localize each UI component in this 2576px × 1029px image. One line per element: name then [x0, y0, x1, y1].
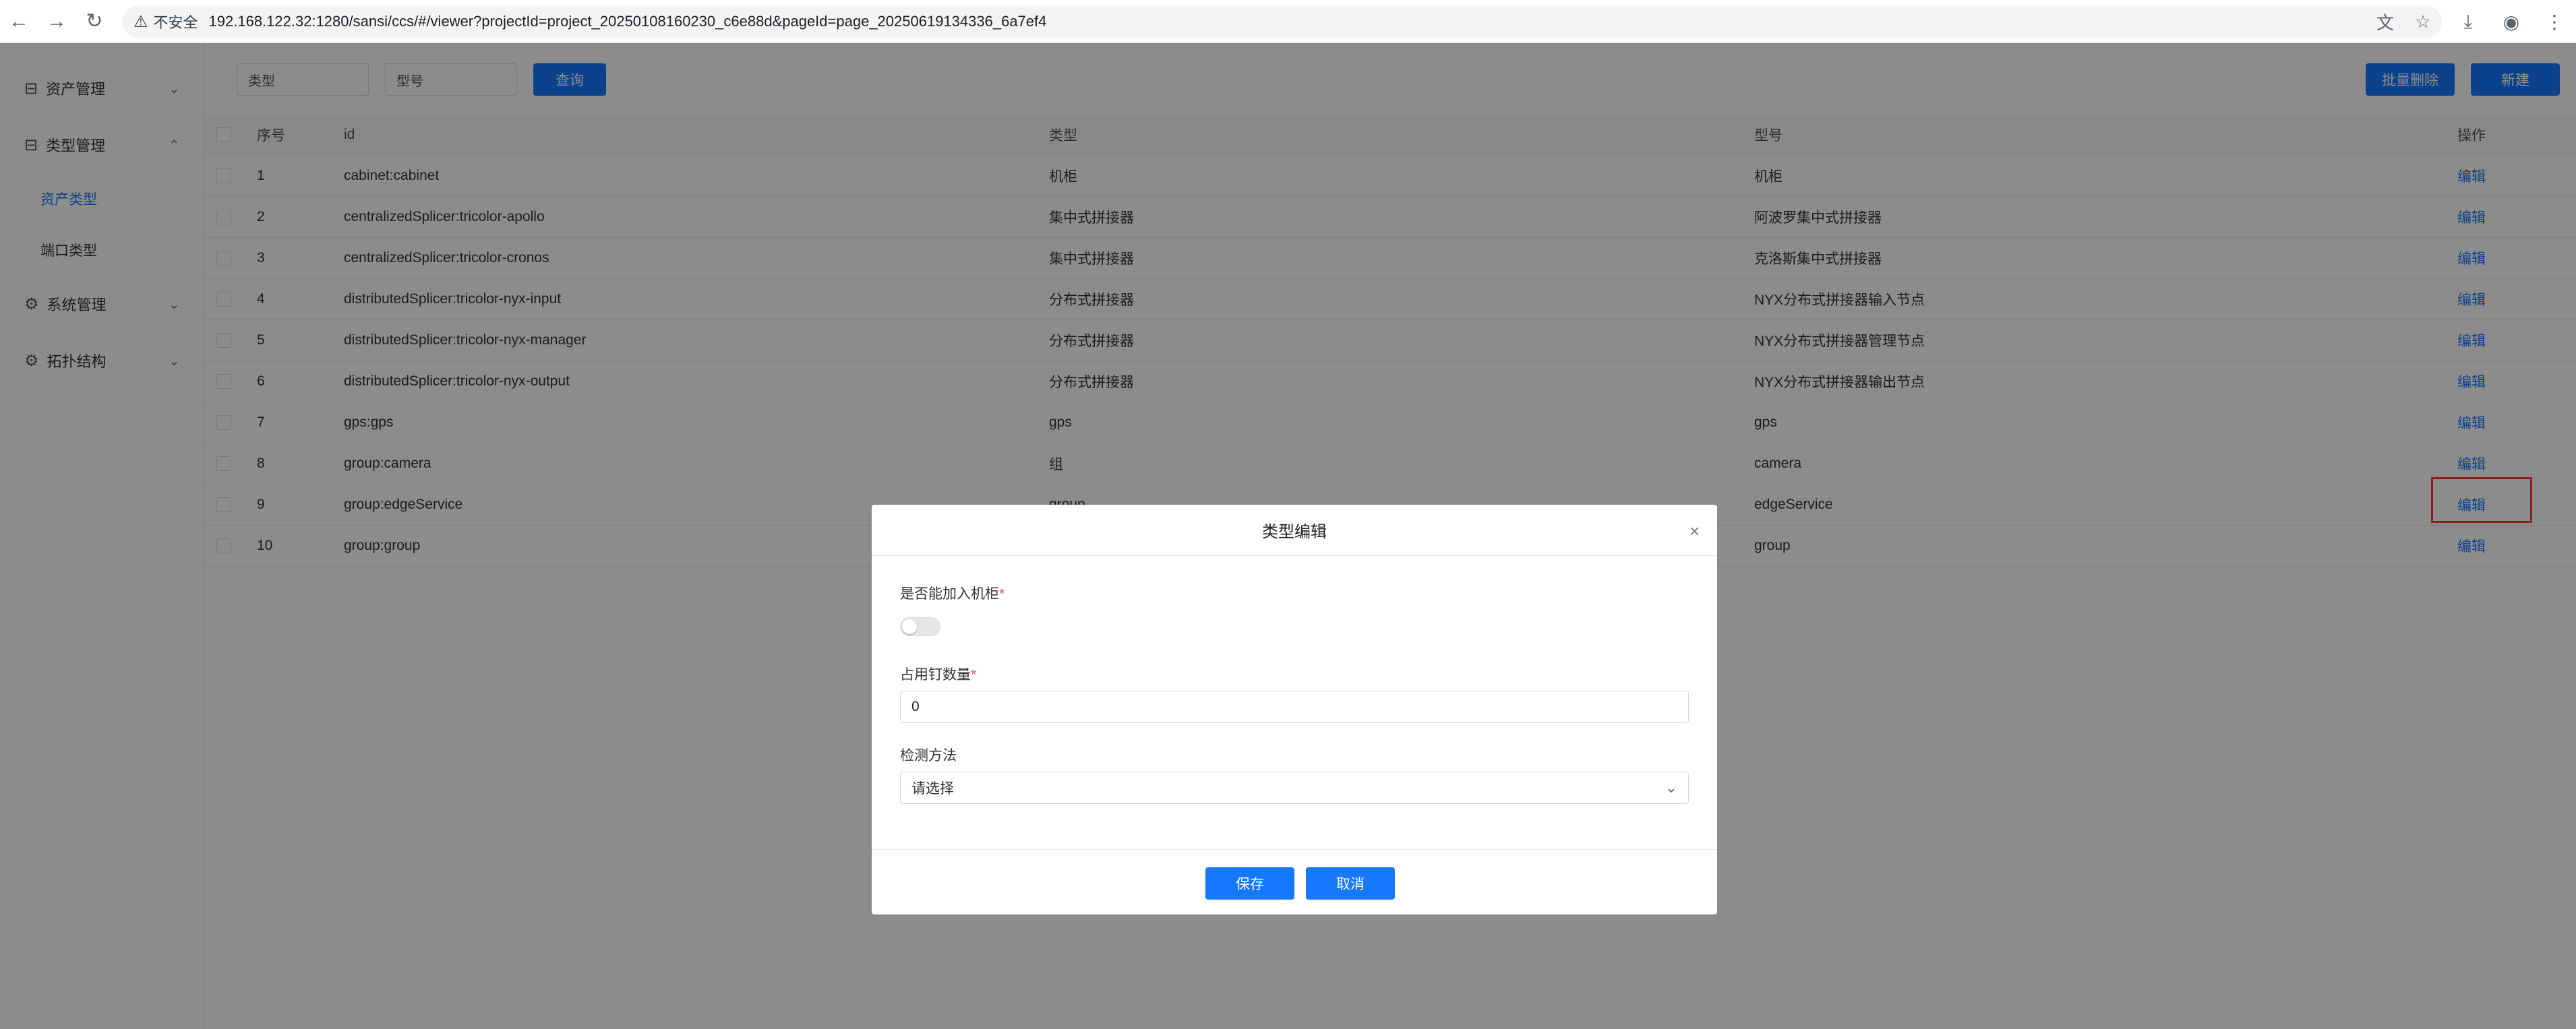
field-detect-method-label: 检测方法 — [900, 748, 957, 763]
field-pin-count-label: 占用钉数量* — [900, 664, 976, 684]
translate-icon[interactable]: 文 — [2366, 9, 2404, 34]
detect-method-select[interactable]: 请选择 ⌄ — [900, 772, 1689, 804]
select-placeholder: 请选择 — [911, 781, 954, 797]
forward-icon[interactable]: → — [38, 0, 76, 43]
back-icon[interactable]: ← — [0, 0, 38, 43]
profile-icon[interactable]: ◉ — [2490, 11, 2533, 33]
close-icon[interactable]: × — [1689, 521, 1700, 542]
modal-title: 类型编辑 — [1262, 523, 1327, 541]
cancel-button[interactable]: 取消 — [1306, 867, 1395, 900]
toggle-knob — [902, 619, 917, 634]
modal-header: 类型编辑 × — [872, 505, 1717, 556]
warning-icon: ⚠ — [133, 12, 148, 31]
address-bar[interactable]: ⚠ 不安全 192.168.122.32:1280/sansi/ccs/#/vi… — [123, 5, 2442, 38]
modal-footer: 保存 取消 — [872, 849, 1717, 914]
pin-count-input[interactable]: 0 — [900, 691, 1689, 723]
browser-toolbar: ← → ↻ ⚠ 不安全 192.168.122.32:1280/sansi/cc… — [0, 0, 2576, 43]
menu-dots-icon[interactable]: ⋮ — [2533, 11, 2576, 33]
required-mark: * — [999, 586, 1005, 602]
url-text[interactable]: 192.168.122.32:1280/sansi/ccs/#/viewer?p… — [209, 13, 1047, 30]
field-cabinet-label: 是否能加入机柜* — [900, 583, 1005, 603]
download-icon[interactable]: ⤓ — [2447, 11, 2490, 33]
required-mark: * — [971, 667, 977, 683]
security-status: 不安全 — [153, 14, 198, 31]
reload-icon[interactable]: ↻ — [76, 0, 113, 43]
cabinet-toggle[interactable] — [900, 617, 940, 636]
bookmark-star-icon[interactable]: ☆ — [2404, 11, 2442, 32]
field-label-text: 占用钉数量 — [900, 667, 971, 683]
field-label-text: 是否能加入机柜 — [900, 586, 999, 602]
save-button[interactable]: 保存 — [1205, 867, 1294, 900]
type-edit-modal: 类型编辑 × 是否能加入机柜* 占用钉数量* 0 检测方法 请选择 ⌄ 保存 取… — [872, 505, 1717, 914]
chevron-down-icon: ⌄ — [1665, 779, 1677, 796]
